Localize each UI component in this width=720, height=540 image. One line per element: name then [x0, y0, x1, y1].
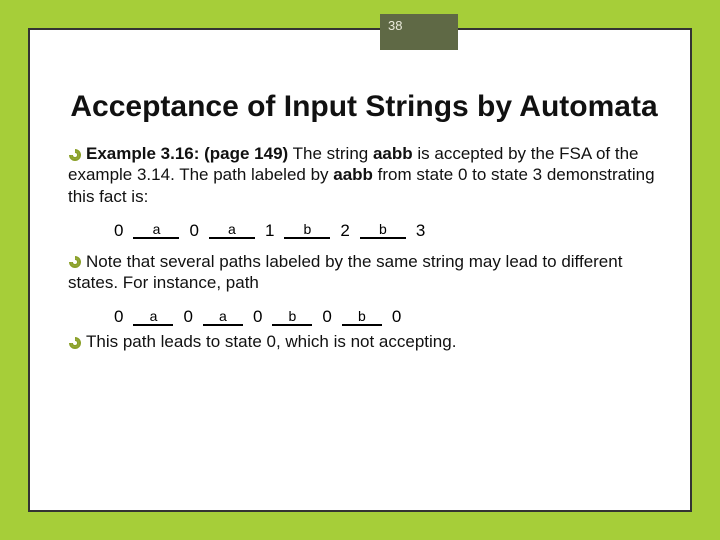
edge-label: b	[304, 222, 312, 236]
edge-line	[342, 324, 382, 326]
transition-path-1: 0 a 0 a 1 b 2 b 3	[108, 221, 660, 241]
state-node: 0	[247, 307, 268, 327]
edge-line	[133, 237, 179, 239]
transition-edge: a	[129, 309, 177, 326]
swirl-bullet-icon	[68, 255, 82, 269]
edge-label: a	[228, 222, 236, 236]
example-lead: Example 3.16: (page 149)	[86, 144, 288, 163]
state-node: 0	[316, 307, 337, 327]
edge-label: a	[153, 222, 161, 236]
swirl-bullet-icon	[68, 336, 82, 350]
transition-edge: a	[199, 309, 247, 326]
edge-label: b	[289, 309, 297, 323]
swirl-bullet-icon	[68, 148, 82, 162]
note-text: Note that several paths labeled by the s…	[68, 252, 622, 292]
page-title: Acceptance of Input Strings by Automata	[68, 90, 660, 123]
state-node: 3	[410, 221, 431, 241]
state-node: 0	[183, 221, 204, 241]
edge-label: a	[150, 309, 158, 323]
state-node: 0	[177, 307, 198, 327]
transition-edge: a	[129, 222, 183, 239]
note-paragraph: Note that several paths labeled by the s…	[68, 251, 660, 294]
transition-edge: b	[280, 222, 334, 239]
conclusion-text: This path leads to state 0, which is not…	[86, 332, 456, 351]
edge-label: b	[358, 309, 366, 323]
edge-line	[272, 324, 312, 326]
state-node: 0	[108, 307, 129, 327]
transition-path-2: 0 a 0 a 0 b 0 b 0	[108, 307, 660, 327]
transition-edge: b	[338, 309, 386, 326]
state-node: 0	[108, 221, 129, 241]
slide-content: Acceptance of Input Strings by Automata …	[68, 90, 660, 490]
state-node: 1	[259, 221, 280, 241]
edge-line	[133, 324, 173, 326]
state-node: 0	[386, 307, 407, 327]
edge-line	[284, 237, 330, 239]
transition-edge: a	[205, 222, 259, 239]
transition-edge: b	[356, 222, 410, 239]
text: The string	[288, 144, 373, 163]
example-paragraph: Example 3.16: (page 149) The string aabb…	[68, 143, 660, 207]
string-aabb-2: aabb	[333, 165, 373, 184]
edge-label: a	[219, 309, 227, 323]
edge-label: b	[379, 222, 387, 236]
conclusion-paragraph: This path leads to state 0, which is not…	[68, 331, 660, 352]
edge-line	[360, 237, 406, 239]
page-number: 38	[388, 18, 402, 33]
transition-edge: b	[268, 309, 316, 326]
page-number-badge: 38	[380, 14, 458, 50]
string-aabb-1: aabb	[373, 144, 413, 163]
slide-frame: Acceptance of Input Strings by Automata …	[28, 28, 692, 512]
state-node: 2	[334, 221, 355, 241]
edge-line	[209, 237, 255, 239]
edge-line	[203, 324, 243, 326]
